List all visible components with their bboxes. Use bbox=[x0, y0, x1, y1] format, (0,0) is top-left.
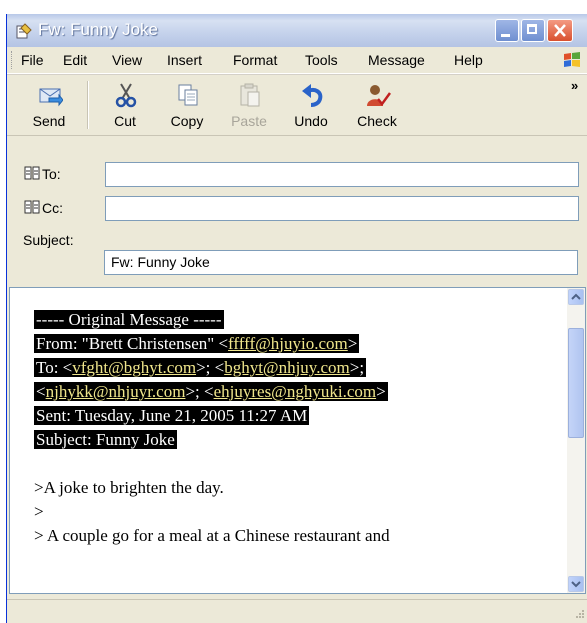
copy-label: Copy bbox=[170, 113, 204, 129]
undo-button[interactable]: Undo bbox=[281, 79, 341, 131]
minimize-icon bbox=[501, 34, 510, 37]
body-line: >A joke to brighten the day. bbox=[34, 478, 224, 497]
to-email-link[interactable]: bghyt@nhjuy.com bbox=[224, 358, 350, 377]
maximize-icon bbox=[527, 24, 537, 34]
menu-format[interactable]: Format bbox=[233, 52, 277, 68]
address-book-icon[interactable] bbox=[24, 166, 40, 181]
compose-message-icon bbox=[16, 23, 32, 39]
menu-bar: File Edit View Insert Format Tools Messa… bbox=[7, 47, 587, 74]
paste-button[interactable]: Paste bbox=[219, 79, 279, 131]
from-line: From: "Brett Christensen" <fffff@hjuyio.… bbox=[34, 334, 360, 353]
scroll-down-button[interactable] bbox=[568, 576, 584, 592]
to-line: To: <vfght@bghyt.com>; <bghyt@nhjuy.com>… bbox=[34, 358, 367, 377]
to-email-link[interactable]: njhykk@nhjuyr.com bbox=[46, 382, 186, 401]
original-message-header: ----- Original Message ----- bbox=[34, 310, 224, 329]
maximize-button[interactable] bbox=[521, 19, 545, 42]
body-line: > A couple go for a meal at a Chinese re… bbox=[34, 526, 390, 545]
to-email-link[interactable]: vfght@bghyt.com bbox=[72, 358, 196, 377]
subject-field[interactable]: Fw: Funny Joke bbox=[104, 250, 578, 275]
vertical-scrollbar[interactable] bbox=[567, 288, 585, 593]
toolbar: Send Cut Copy Paste Undo Check » bbox=[7, 74, 587, 136]
undo-icon bbox=[302, 84, 323, 107]
status-bar bbox=[7, 599, 587, 623]
close-button[interactable] bbox=[547, 19, 573, 42]
send-button[interactable]: Send bbox=[19, 79, 79, 131]
toolbar-separator bbox=[87, 81, 89, 129]
toolbar-overflow-chevron[interactable]: » bbox=[571, 78, 578, 93]
menu-tools[interactable]: Tools bbox=[305, 52, 338, 68]
to-email-link[interactable]: ehjuyres@nghyuki.com bbox=[214, 382, 377, 401]
to-field[interactable] bbox=[105, 162, 579, 187]
paste-icon bbox=[240, 83, 260, 107]
menu-help[interactable]: Help bbox=[454, 52, 483, 68]
check-names-icon bbox=[367, 85, 391, 107]
message-body[interactable]: ----- Original Message ----- From: "Bret… bbox=[9, 287, 586, 594]
compose-window: Fw: Funny Joke File Edit View Insert For… bbox=[6, 14, 587, 623]
scissors-icon bbox=[115, 83, 137, 108]
resize-grip-icon[interactable] bbox=[573, 609, 585, 621]
menu-message[interactable]: Message bbox=[368, 52, 425, 68]
menu-insert[interactable]: Insert bbox=[167, 52, 202, 68]
from-prefix: From: "Brett Christensen" < bbox=[36, 334, 229, 353]
undo-label: Undo bbox=[294, 113, 328, 129]
cc-field[interactable] bbox=[105, 196, 579, 221]
paste-label: Paste bbox=[231, 113, 267, 129]
title-bar[interactable]: Fw: Funny Joke bbox=[7, 14, 587, 47]
send-icon bbox=[39, 88, 63, 107]
close-icon bbox=[554, 24, 566, 37]
body-line: > bbox=[34, 502, 44, 521]
menu-grip[interactable] bbox=[11, 51, 15, 69]
menu-view[interactable]: View bbox=[112, 52, 142, 68]
cc-label[interactable]: Cc: bbox=[42, 200, 63, 216]
check-label: Check bbox=[357, 113, 397, 129]
menu-edit[interactable]: Edit bbox=[63, 52, 87, 68]
windows-logo-icon bbox=[564, 52, 580, 67]
to-line-cont: <njhykk@nhjuyr.com>; <ehjuyres@nghyuki.c… bbox=[34, 382, 388, 401]
copy-icon bbox=[178, 84, 198, 106]
message-text[interactable]: ----- Original Message ----- From: "Bret… bbox=[34, 288, 554, 548]
chevron-down-icon bbox=[571, 581, 581, 588]
subject-label: Subject: bbox=[23, 232, 74, 248]
sent-line: Sent: Tuesday, June 21, 2005 11:27 AM bbox=[34, 406, 310, 425]
send-label: Send bbox=[32, 113, 66, 129]
window-title: Fw: Funny Joke bbox=[38, 20, 158, 39]
to-prefix: To: < bbox=[36, 358, 73, 377]
scroll-up-button[interactable] bbox=[568, 289, 584, 305]
cut-label: Cut bbox=[114, 113, 136, 129]
address-book-icon[interactable] bbox=[24, 200, 40, 215]
minimize-button[interactable] bbox=[495, 19, 519, 42]
chevron-up-icon bbox=[571, 293, 581, 300]
from-email-link[interactable]: fffff@hjuyio.com bbox=[228, 334, 348, 353]
to-label[interactable]: To: bbox=[42, 166, 61, 182]
subject-line: Subject: Funny Joke bbox=[34, 430, 177, 449]
scroll-thumb[interactable] bbox=[568, 328, 584, 438]
menu-file[interactable]: File bbox=[21, 52, 44, 68]
check-names-button[interactable]: Check bbox=[347, 79, 407, 131]
cut-button[interactable]: Cut bbox=[95, 79, 155, 131]
copy-button[interactable]: Copy bbox=[157, 79, 217, 131]
